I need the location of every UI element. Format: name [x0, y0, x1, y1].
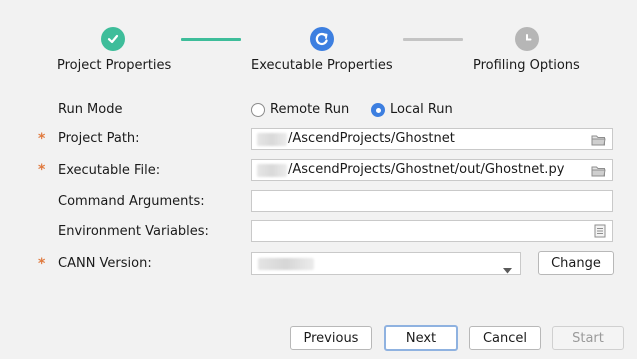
step-active-icon [310, 27, 334, 51]
executable-file-value: /AscendProjects/Ghostnet/out/Ghostnet.py [288, 162, 565, 177]
chevron-down-icon[interactable] [503, 261, 512, 274]
command-arguments-input[interactable] [251, 190, 613, 212]
remote-run-radio[interactable] [251, 103, 265, 117]
required-marker: * [38, 131, 46, 147]
step-connector-done [181, 38, 241, 41]
project-path-value: /AscendProjects/Ghostnet [288, 131, 455, 146]
cann-version-select[interactable] [251, 252, 521, 275]
step-label-executable-properties: Executable Properties [251, 58, 393, 73]
cann-version-label: CANN Version: [58, 256, 152, 271]
step-completed-icon [101, 27, 125, 51]
step-connector-pending [403, 38, 463, 41]
cancel-button[interactable]: Cancel [469, 326, 541, 350]
project-path-field[interactable]: /AscendProjects/Ghostnet [251, 128, 613, 150]
run-mode-label: Run Mode [58, 102, 123, 117]
command-arguments-label: Command Arguments: [58, 194, 205, 209]
change-button[interactable]: Change [538, 251, 614, 275]
executable-file-label: Executable File: [58, 163, 161, 178]
step-pending-clock-icon [515, 27, 539, 51]
folder-icon[interactable] [591, 164, 606, 180]
document-icon[interactable] [594, 224, 606, 241]
local-run-label[interactable]: Local Run [390, 102, 453, 117]
redacted-path-prefix [257, 164, 287, 177]
previous-button[interactable]: Previous [290, 326, 372, 350]
redacted-path-prefix [257, 133, 287, 146]
local-run-radio[interactable] [371, 103, 385, 117]
executable-file-field[interactable]: /AscendProjects/Ghostnet/out/Ghostnet.py [251, 159, 613, 181]
folder-icon[interactable] [591, 133, 606, 149]
next-button[interactable]: Next [384, 325, 458, 351]
environment-variables-label: Environment Variables: [58, 224, 209, 239]
start-button[interactable]: Start [552, 326, 624, 350]
redacted-version-value [258, 258, 314, 270]
environment-variables-input[interactable] [251, 220, 613, 242]
required-marker: * [38, 162, 46, 178]
remote-run-label[interactable]: Remote Run [270, 102, 349, 117]
required-marker: * [38, 256, 46, 272]
project-path-label: Project Path: [58, 131, 140, 146]
step-label-project-properties: Project Properties [57, 58, 172, 73]
step-label-profiling-options: Profiling Options [473, 58, 580, 73]
